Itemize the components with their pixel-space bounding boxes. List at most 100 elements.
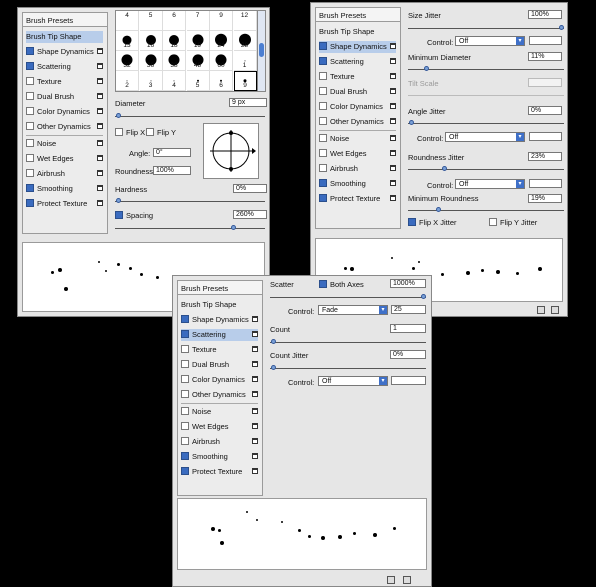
brush-preset-cell[interactable]: 7 [186,11,210,31]
angle-roundness-preview[interactable] [203,123,259,179]
list-item-scattering[interactable]: Scattering [181,329,258,341]
brush-preset-cell[interactable]: 60 [210,51,233,71]
checkbox[interactable] [26,62,34,71]
checkbox[interactable] [115,211,123,220]
size-control-select[interactable]: Off ▾ [455,36,525,46]
brush-preset-cell[interactable]: 18 [163,31,186,51]
slider-thumb[interactable] [116,198,121,203]
scatter-input[interactable]: 1000% [390,279,426,288]
list-item-wet-edges[interactable]: Wet Edges [26,153,103,165]
lock-icon[interactable] [252,361,258,367]
lock-icon[interactable] [252,391,258,397]
hardness-slider[interactable] [115,198,265,203]
list-item-airbrush[interactable]: Airbrush [319,163,396,175]
brush-preset-cell[interactable]: 32 [116,51,139,71]
lock-icon[interactable] [252,316,258,322]
brush-preset-cell[interactable]: 36 [139,51,163,71]
list-item-protect-texture[interactable]: Protect Texture [181,466,258,478]
lock-icon[interactable] [252,331,258,337]
list-item-shape-dynamics[interactable]: Shape Dynamics [181,314,258,326]
lock-icon[interactable] [390,180,396,186]
checkbox[interactable] [26,77,34,86]
checkbox[interactable] [319,117,327,126]
checkbox[interactable] [319,102,327,111]
checkbox[interactable] [319,179,327,188]
checkbox[interactable] [115,128,123,137]
brush-preset-cell[interactable]: 5 [139,11,163,31]
list-item-airbrush[interactable]: Airbrush [181,436,258,448]
tilt-scale-input[interactable] [528,78,562,87]
brush-tip-shape-item[interactable]: Brush Tip Shape [319,26,396,38]
fade-steps-input[interactable]: 25 [391,305,426,314]
slider-thumb[interactable] [559,25,564,30]
checkbox[interactable] [319,194,327,203]
lock-icon[interactable] [252,423,258,429]
checkbox[interactable] [319,280,327,289]
brush-preset-cell[interactable]: 3 [139,71,163,91]
count-control-select[interactable]: Off ▾ [318,376,388,386]
count-jitter-input[interactable]: 0% [390,350,426,359]
lock-icon[interactable] [97,93,103,99]
new-brush-icon[interactable] [537,306,545,314]
checkbox[interactable] [319,72,327,81]
grid-scrollbar[interactable] [257,10,266,92]
list-item-noise[interactable]: Noise [26,138,103,150]
lock-icon[interactable] [97,123,103,129]
brush-presets-header[interactable]: Brush Presets [316,8,400,22]
angle-jitter-slider[interactable] [408,120,564,125]
list-item-color-dynamics[interactable]: Color Dynamics [319,101,396,113]
count-jitter-slider[interactable] [270,365,426,370]
lock-icon[interactable] [390,195,396,201]
list-item-wet-edges[interactable]: Wet Edges [181,421,258,433]
checkbox[interactable] [319,164,327,173]
brush-preset-cell[interactable]: 4 [163,71,186,91]
brush-tip-shape-item[interactable]: Brush Tip Shape [181,299,258,311]
both-axes-checkbox[interactable]: Both Axes [319,280,364,289]
lock-icon[interactable] [390,88,396,94]
lock-icon[interactable] [97,170,103,176]
roundness-control-input[interactable] [529,179,562,188]
lock-icon[interactable] [390,103,396,109]
count-control-input[interactable] [391,376,426,385]
brush-preset-cell[interactable]: 9 [210,11,233,31]
brush-presets-header[interactable]: Brush Presets [178,281,262,295]
list-item-wet-edges[interactable]: Wet Edges [319,148,396,160]
spacing-slider[interactable] [115,225,265,230]
checkbox[interactable] [181,360,189,369]
new-brush-icon[interactable] [387,576,395,584]
trash-icon[interactable] [403,576,411,584]
brush-preset-cell[interactable]: 1 [233,51,257,71]
angle-input[interactable]: 0° [153,148,191,157]
checkbox[interactable] [181,407,189,416]
angle-jitter-input[interactable]: 0% [528,106,562,115]
lock-icon[interactable] [390,135,396,141]
lock-icon[interactable] [97,200,103,206]
slider-thumb[interactable] [231,225,236,230]
lock-icon[interactable] [97,63,103,69]
size-control-input[interactable] [529,36,562,45]
size-jitter-input[interactable]: 100% [528,10,562,19]
list-item-texture[interactable]: Texture [181,344,258,356]
checkbox[interactable] [26,169,34,178]
checkbox[interactable] [181,315,189,324]
lock-icon[interactable] [97,185,103,191]
checkbox[interactable] [181,330,189,339]
list-item-protect-texture[interactable]: Protect Texture [26,198,103,210]
spacing-input[interactable]: 260% [233,210,267,219]
list-item-texture[interactable]: Texture [26,76,103,88]
list-item-dual-brush[interactable]: Dual Brush [181,359,258,371]
checkbox[interactable] [319,134,327,143]
list-item-smoothing[interactable]: Smoothing [26,183,103,195]
slider-thumb[interactable] [409,120,414,125]
list-item-dual-brush[interactable]: Dual Brush [26,91,103,103]
brush-preset-cell[interactable]: 6 [163,11,186,31]
brush-preset-cell[interactable]: 6 [210,71,233,91]
list-item-other-dynamics[interactable]: Other Dynamics [26,121,103,133]
checkbox[interactable] [26,107,34,116]
slider-thumb[interactable] [424,66,429,71]
tilt-scale-slider[interactable] [408,95,564,96]
list-item-color-dynamics[interactable]: Color Dynamics [181,374,258,386]
list-item-texture[interactable]: Texture [319,71,396,83]
slider-thumb[interactable] [271,365,276,370]
checkbox[interactable] [319,87,327,96]
